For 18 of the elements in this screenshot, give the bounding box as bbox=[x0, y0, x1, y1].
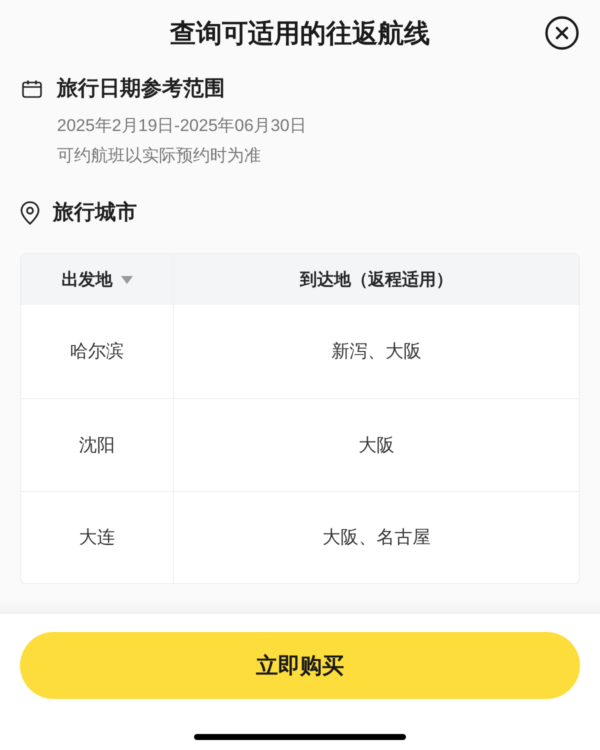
table-cell: 大连 bbox=[21, 492, 174, 583]
close-button[interactable] bbox=[545, 16, 579, 50]
table-cell: 沈阳 bbox=[21, 399, 174, 491]
section-heading: 旅行城市 bbox=[53, 200, 137, 226]
table-cell-text: 大阪、名古屋 bbox=[322, 526, 432, 549]
buy-now-button[interactable]: 立即购买 bbox=[20, 632, 580, 699]
close-icon bbox=[545, 16, 579, 50]
calendar-icon bbox=[22, 80, 42, 98]
date-range: 2025年2月19日-2025年06月30日 bbox=[57, 115, 308, 137]
section-heading: 旅行日期参考范围 bbox=[57, 76, 225, 102]
table-cell: 哈尔滨 bbox=[21, 305, 174, 398]
column-header: 到达地（返程适用） bbox=[174, 254, 579, 305]
booking-note: 可约航班以实际预约时为准 bbox=[57, 145, 262, 167]
column-header[interactable]: 出发地 bbox=[21, 254, 174, 305]
location-pin-icon bbox=[20, 201, 40, 225]
table-cell-text: 大阪 bbox=[358, 434, 396, 456]
dialog-title: 查询可适用的往返航线 bbox=[170, 17, 430, 50]
table-cell-text: 新泻、大阪 bbox=[330, 340, 422, 363]
